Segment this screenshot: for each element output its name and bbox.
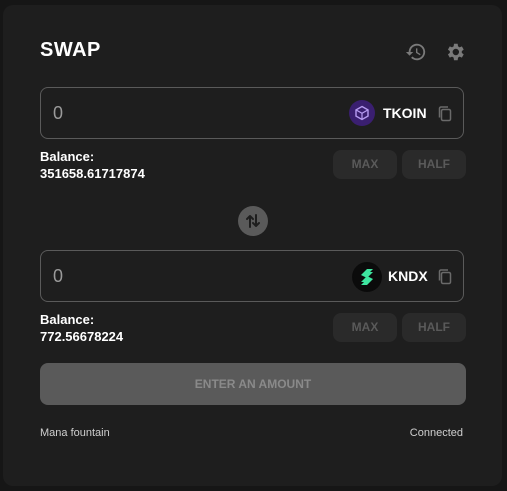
to-amount-input[interactable] [53, 265, 303, 287]
to-token-name[interactable]: KNDX [388, 268, 428, 284]
enter-amount-button[interactable]: ENTER AN AMOUNT [40, 363, 466, 405]
from-amount-box: TKOIN [40, 87, 464, 139]
page-title: SWAP [40, 39, 101, 61]
from-max-button[interactable]: MAX [333, 150, 397, 179]
swap-arrows-icon [246, 214, 260, 228]
copy-icon[interactable] [436, 268, 454, 286]
to-max-button[interactable]: MAX [333, 313, 397, 342]
to-half-button[interactable]: HALF [402, 313, 466, 342]
from-balance-label: Balance: [40, 149, 95, 164]
swap-panel: SWAP TKOIN Balance: 351658.6 [3, 5, 502, 486]
gear-icon[interactable] [444, 41, 466, 63]
from-token-name[interactable]: TKOIN [383, 105, 427, 121]
to-balance-value: 772.56678224 [40, 329, 124, 344]
swap-direction-button[interactable] [238, 206, 268, 236]
connection-status: Connected [409, 427, 463, 439]
footer-mana-fountain-link[interactable]: Mana fountain [40, 427, 110, 439]
from-balance-value: 351658.61717874 [40, 166, 145, 181]
from-amount-input[interactable] [53, 102, 303, 124]
from-half-button[interactable]: HALF [402, 150, 466, 179]
to-balance-label: Balance: [40, 312, 95, 327]
history-icon[interactable] [405, 41, 427, 63]
to-amount-box: KNDX [40, 250, 464, 302]
tkoin-logo-icon [349, 100, 375, 126]
copy-icon[interactable] [436, 105, 454, 123]
kndx-logo-icon [352, 262, 382, 292]
